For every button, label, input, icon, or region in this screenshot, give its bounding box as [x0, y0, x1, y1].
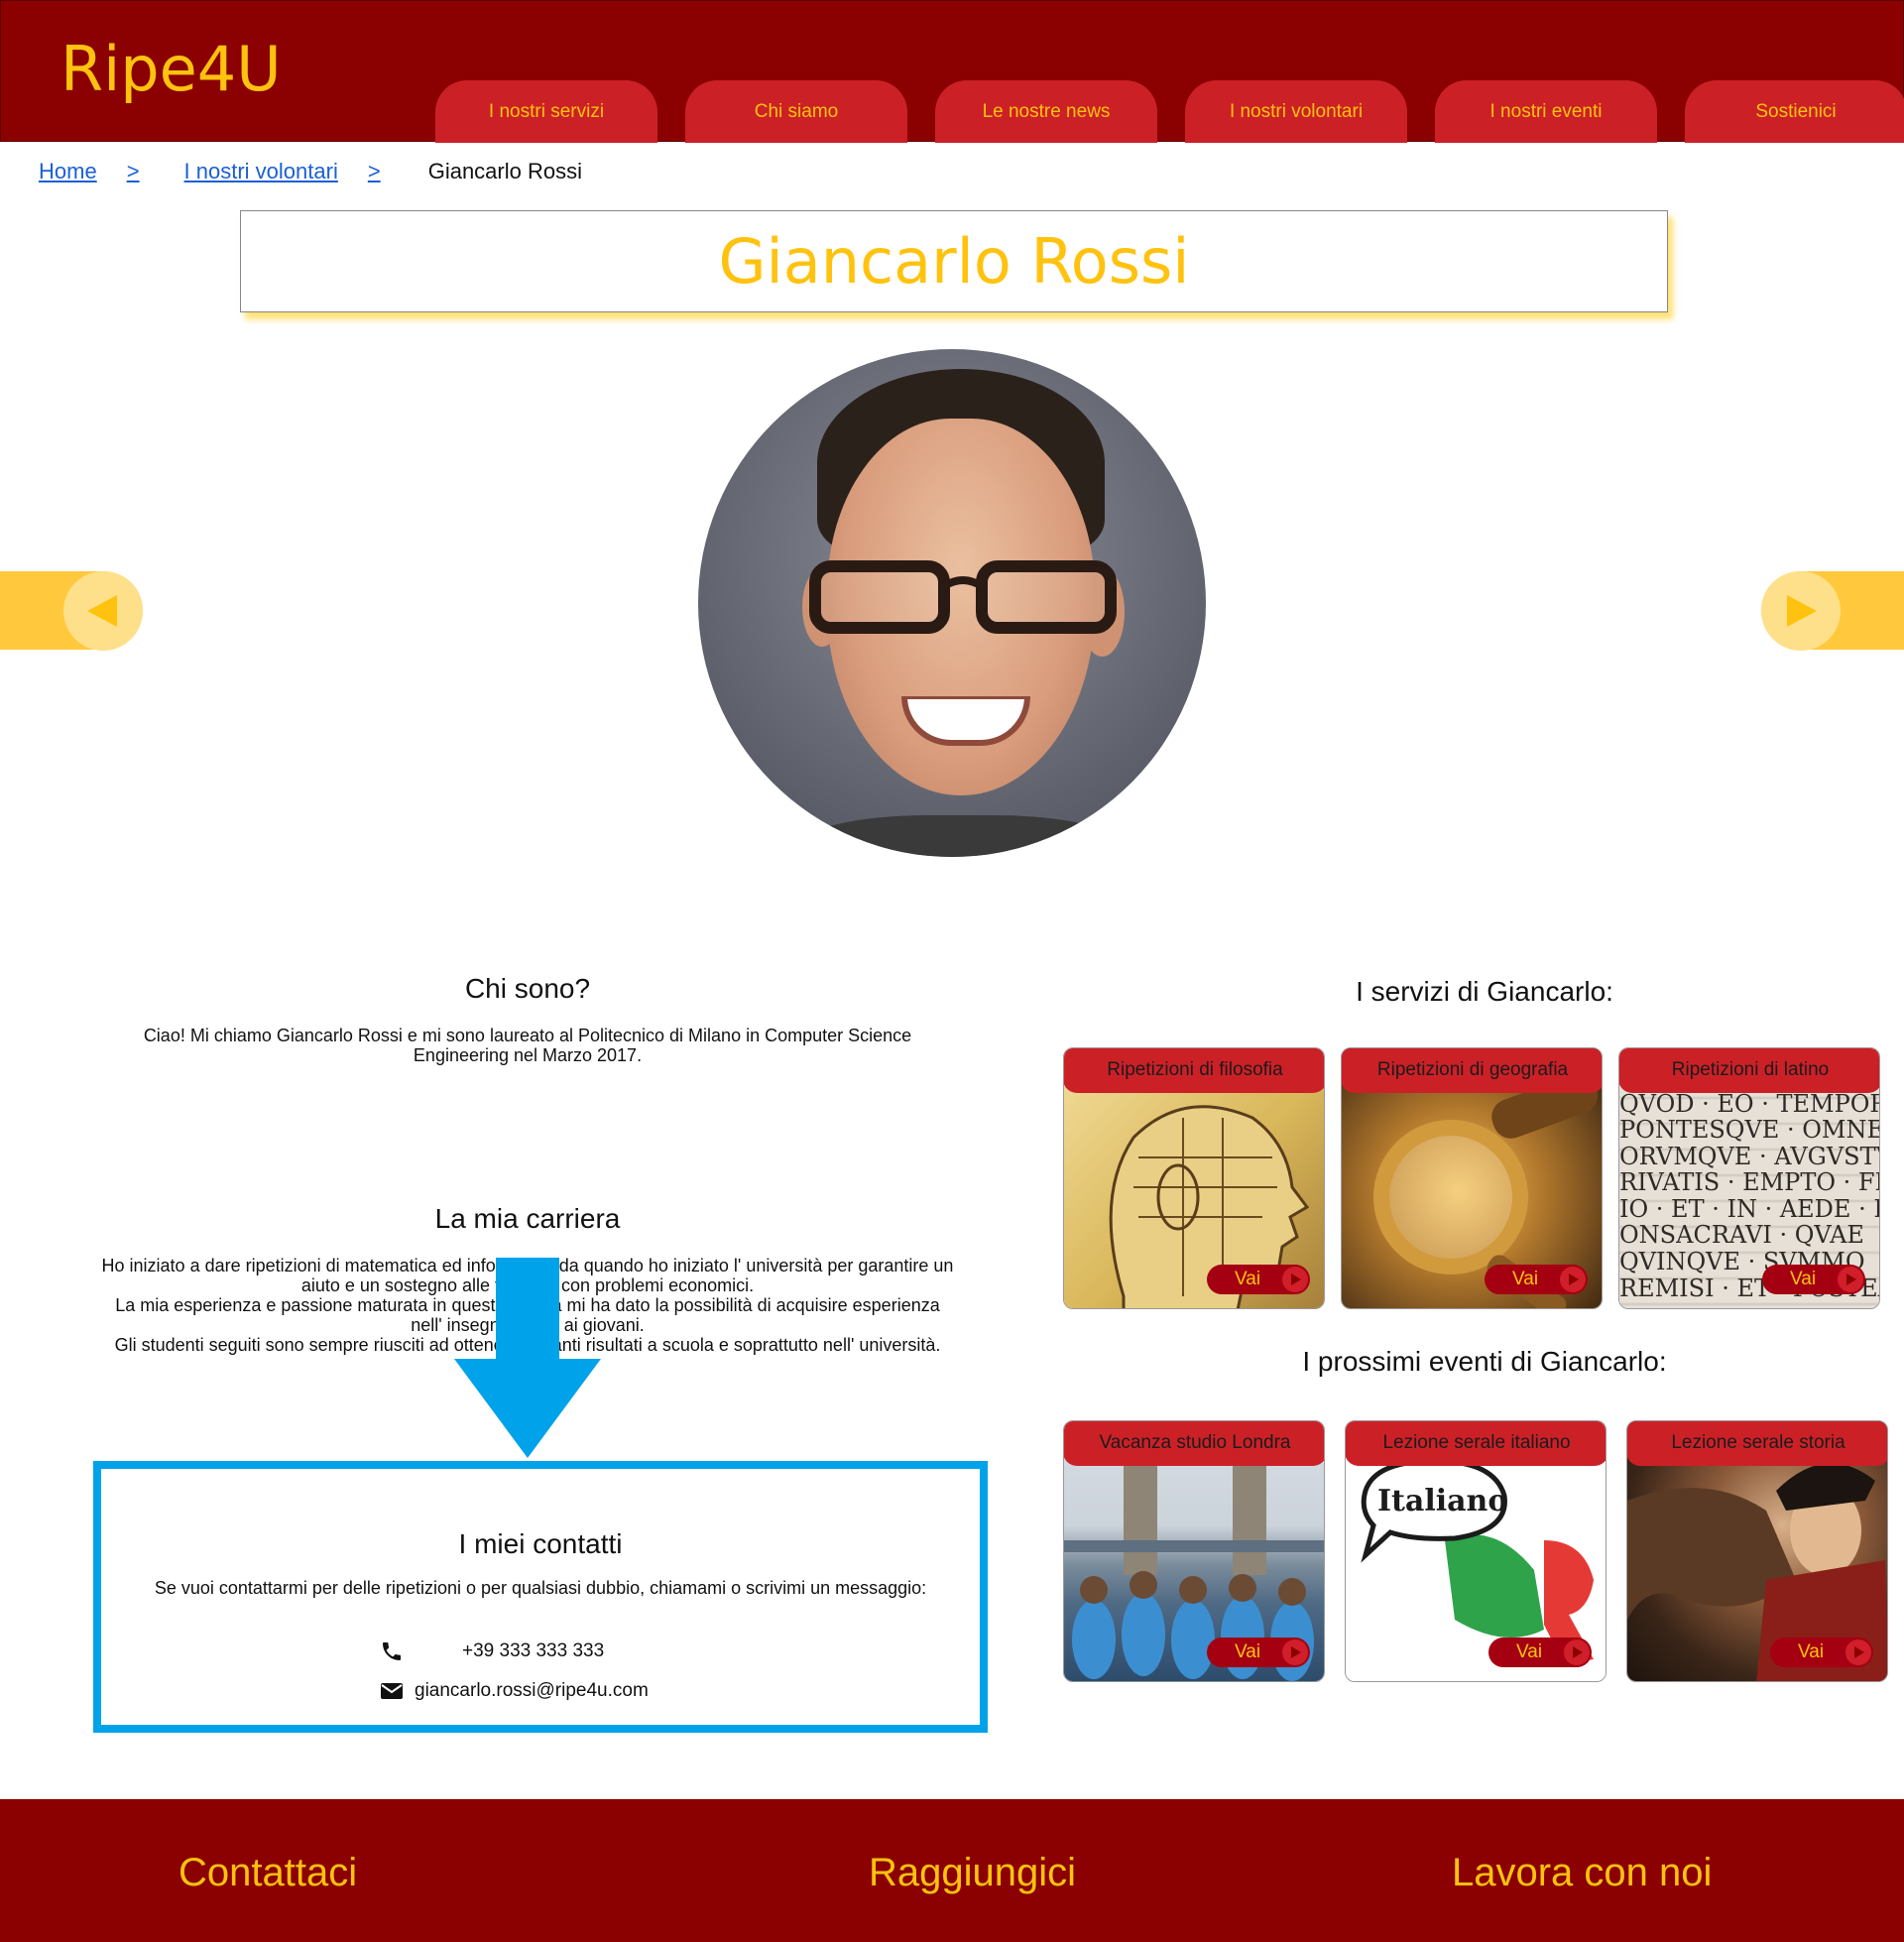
latin-inscription-line: PONTESQVE · OMNES	[1619, 1116, 1880, 1144]
go-button-label: Vai	[1235, 1269, 1261, 1289]
breadcrumb-separator[interactable]: >	[127, 159, 140, 184]
contacts-heading: I miei contatti	[458, 1528, 623, 1559]
profile-photo	[698, 349, 1206, 857]
event-card-title: Vacanza studio Londra	[1064, 1421, 1324, 1466]
contact-email-row[interactable]: giancarlo.rossi@ripe4u.com	[379, 1679, 649, 1703]
service-card-filosofia[interactable]: Ripetizioni di filosofia Vai	[1063, 1047, 1325, 1309]
breadcrumb-home-link[interactable]: Home	[39, 159, 97, 184]
services-heading: I servizi di Giancarlo:	[1356, 976, 1613, 1007]
service-card-latino[interactable]: QVOD · EO · TEMPOR PONTESQVE · OMNES ORV…	[1618, 1047, 1880, 1309]
event-go-button[interactable]: Vai	[1488, 1638, 1592, 1667]
carousel-next-button[interactable]	[1761, 571, 1841, 651]
latin-inscription-line: IO · ET · IN · AEDE · DI	[1619, 1195, 1880, 1223]
italiano-image-text: Italiano	[1377, 1484, 1507, 1518]
footer-link-raggiungici[interactable]: Raggiungici	[869, 1851, 1076, 1895]
breadcrumb-separator[interactable]: >	[368, 159, 381, 184]
events-heading: I prossimi eventi di Giancarlo:	[1302, 1346, 1667, 1377]
contact-phone-row[interactable]: +39 333 333 333	[379, 1639, 604, 1663]
main-nav: I nostri servizi Chi siamo Le nostre new…	[435, 80, 1904, 143]
service-card-title: Ripetizioni di latino	[1619, 1048, 1879, 1093]
breadcrumb-volontari-link[interactable]: I nostri volontari	[184, 159, 338, 184]
site-footer: Contattaci Raggiungici Lavora con noi	[0, 1799, 1904, 1942]
go-button-label: Vai	[1512, 1269, 1539, 1289]
carousel-prev-button[interactable]	[63, 571, 143, 651]
event-card-title: Lezione serale italiano	[1346, 1421, 1606, 1466]
service-go-button[interactable]: Vai	[1485, 1265, 1588, 1294]
arrow-left-icon	[87, 595, 117, 627]
service-card-title: Ripetizioni di filosofia	[1064, 1048, 1324, 1093]
play-icon	[1564, 1639, 1590, 1665]
page-title: Giancarlo Rossi	[718, 225, 1190, 298]
mail-icon	[379, 1679, 405, 1703]
play-icon	[1560, 1267, 1586, 1292]
play-icon	[1845, 1639, 1871, 1665]
contact-phone[interactable]: +39 333 333 333	[462, 1640, 604, 1662]
site-logo[interactable]: Ripe4U	[60, 33, 282, 105]
go-button-label: Vai	[1790, 1269, 1817, 1289]
event-card-title: Lezione serale storia	[1627, 1421, 1887, 1466]
contacts-text: Se vuoi contattarmi per delle ripetizion…	[154, 1578, 927, 1598]
down-arrow-annotation	[454, 1258, 601, 1458]
profile-title-box: Giancarlo Rossi	[240, 210, 1668, 312]
event-card-storia[interactable]: Lezione serale storia Vai	[1626, 1420, 1888, 1682]
nav-tab-volontari[interactable]: I nostri volontari	[1185, 80, 1407, 143]
latin-inscription-line: QVOD · EO · TEMPOR	[1619, 1090, 1880, 1118]
latin-inscription-line: ONSACRAVI · QVAE	[1619, 1221, 1864, 1249]
event-go-button[interactable]: Vai	[1770, 1638, 1873, 1667]
about-text: Ciao! Mi chiamo Giancarlo Rossi e mi son…	[143, 1026, 912, 1065]
breadcrumb: Home > I nostri volontari > Giancarlo Ro…	[39, 159, 582, 184]
event-card-londra[interactable]: Vacanza studio Londra Vai	[1063, 1420, 1325, 1682]
nav-tab-chi-siamo[interactable]: Chi siamo	[685, 80, 907, 143]
contacts-box: I miei contatti Se vuoi contattarmi per …	[93, 1461, 988, 1733]
service-card-title: Ripetizioni di geografia	[1342, 1048, 1602, 1093]
nav-tab-sostienici[interactable]: Sostienici	[1685, 80, 1904, 143]
service-go-button[interactable]: Vai	[1762, 1265, 1865, 1294]
service-go-button[interactable]: Vai	[1207, 1265, 1310, 1294]
go-button-label: Vai	[1516, 1641, 1543, 1662]
latin-inscription-line: RIVATIS · EMPTO · FECI	[1619, 1168, 1880, 1196]
nav-tab-servizi[interactable]: I nostri servizi	[435, 80, 657, 143]
nav-tab-news[interactable]: Le nostre news	[935, 80, 1157, 143]
event-go-button[interactable]: Vai	[1207, 1638, 1310, 1667]
contact-email[interactable]: giancarlo.rossi@ripe4u.com	[415, 1680, 649, 1702]
latin-inscription-line: ORVMQVE · AVGVSTV	[1619, 1143, 1880, 1170]
service-card-geografia[interactable]: Ripetizioni di geografia Vai	[1341, 1047, 1603, 1309]
play-icon	[1838, 1267, 1863, 1292]
breadcrumb-current: Giancarlo Rossi	[427, 159, 582, 183]
nav-tab-eventi[interactable]: I nostri eventi	[1435, 80, 1657, 143]
about-heading: Chi sono?	[464, 973, 591, 1004]
footer-link-contattaci[interactable]: Contattaci	[178, 1851, 357, 1895]
site-header: Ripe4U I nostri servizi Chi siamo Le nos…	[0, 0, 1904, 143]
play-icon	[1282, 1267, 1308, 1292]
play-icon	[1282, 1639, 1308, 1665]
event-card-italiano[interactable]: Italiano Lezione serale italiano Vai	[1345, 1420, 1606, 1682]
go-button-label: Vai	[1798, 1641, 1825, 1662]
arrow-right-icon	[1787, 595, 1817, 627]
go-button-label: Vai	[1235, 1641, 1261, 1662]
career-heading: La mia carriera	[434, 1203, 621, 1234]
footer-link-lavora-con-noi[interactable]: Lavora con noi	[1452, 1851, 1712, 1895]
phone-icon	[379, 1639, 405, 1663]
